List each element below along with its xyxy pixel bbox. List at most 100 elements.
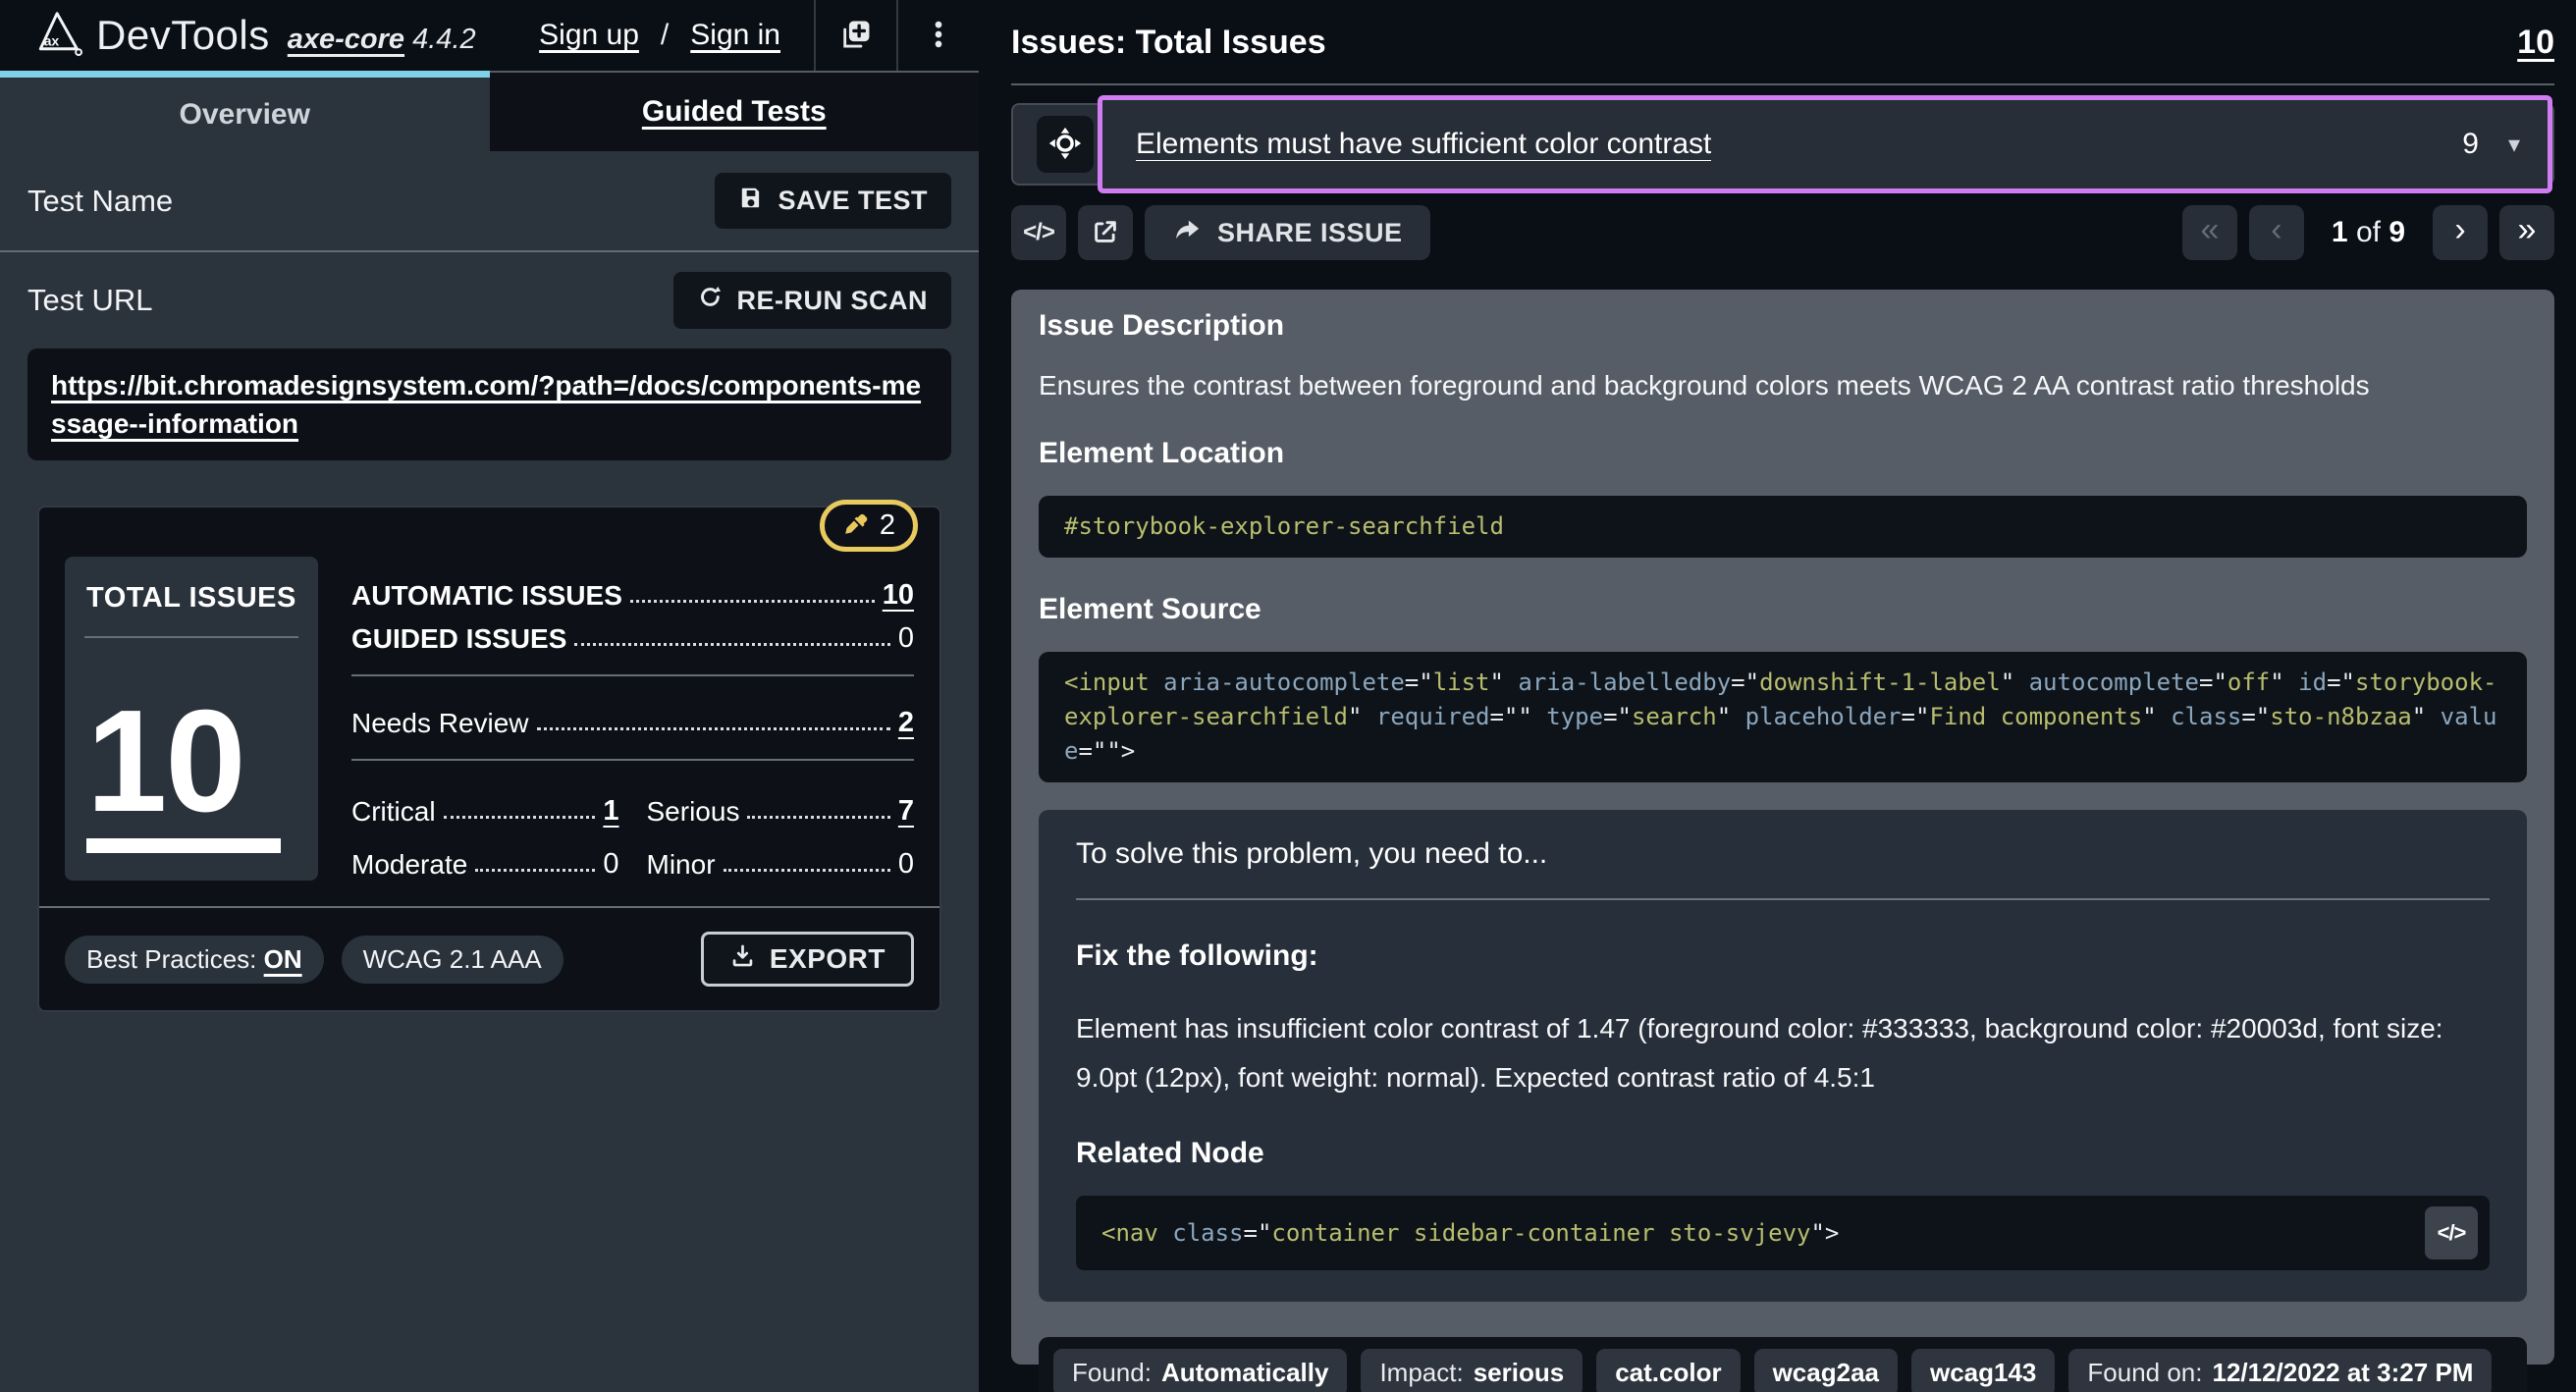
automatic-issues-value[interactable]: 10 — [883, 579, 914, 612]
impact-tag: Impact: serious — [1361, 1349, 1583, 1392]
wcag2aa-tag-value: wcag2aa — [1773, 1358, 1879, 1388]
sign-in-link[interactable]: Sign in — [690, 19, 780, 52]
engine-version-number: 4.4.2 — [412, 24, 476, 55]
remediation-intro: To solve this problem, you need to... — [1076, 837, 2490, 871]
found-tag: Found: Automatically — [1053, 1349, 1347, 1392]
tab-bar: Overview Guided Tests — [0, 71, 979, 151]
issue-toolbar: </> SHARE ISSUE « — [1011, 205, 2554, 260]
minor-value: 0 — [898, 848, 914, 881]
download-icon — [729, 942, 756, 976]
guided-issues-label: GUIDED ISSUES — [351, 623, 566, 655]
issue-detail-area: Issue Description Ensures the contrast b… — [1011, 290, 2554, 1365]
share-issue-label: SHARE ISSUE — [1217, 218, 1403, 248]
new-window-button[interactable] — [816, 0, 896, 71]
fix-description: Element has insufficient color contrast … — [1076, 1004, 2490, 1103]
issue-description-text: Ensures the contrast between foreground … — [1039, 370, 2527, 402]
issues-panel: Issues: Total Issues 10 Elements must ha… — [979, 0, 2576, 1392]
save-test-label: SAVE TEST — [778, 186, 928, 216]
eyedropper-icon — [842, 511, 868, 540]
engine-name: axe-core — [288, 24, 404, 55]
dot-leader — [747, 816, 889, 819]
serious-value[interactable]: 7 — [898, 795, 914, 828]
svg-text:ax: ax — [44, 32, 60, 48]
share-issue-button[interactable]: SHARE ISSUE — [1145, 205, 1430, 260]
last-page-button[interactable]: » — [2499, 205, 2554, 260]
code-icon: </> — [1023, 219, 1054, 246]
dot-leader — [537, 727, 890, 730]
tab-overview[interactable]: Overview — [0, 71, 490, 151]
breakdown-divider — [351, 759, 914, 761]
automatic-issues-row: AUTOMATIC ISSUES 10 — [351, 568, 914, 612]
tab-overview-label: Overview — [180, 98, 310, 132]
refresh-icon — [697, 284, 724, 317]
minor-label: Minor — [647, 849, 716, 881]
dot-leader — [724, 869, 890, 872]
automatic-issues-label: AUTOMATIC ISSUES — [351, 580, 622, 612]
summary-main: TOTAL ISSUES 10 AUTOMATIC ISSUES 10 GUID… — [65, 557, 914, 881]
moderate-row: Moderate 0 — [351, 837, 619, 881]
first-page-button[interactable]: « — [2182, 205, 2237, 260]
open-external-button[interactable] — [1078, 205, 1133, 260]
rule-dropdown-label: Elements must have sufficient color cont… — [1136, 128, 1711, 161]
crosshair-icon — [1048, 127, 1082, 163]
needs-review-row: Needs Review 2 — [351, 696, 914, 739]
issue-rule-chooser: Elements must have sufficient color cont… — [1011, 95, 2554, 193]
total-issues-label: TOTAL ISSUES — [86, 582, 296, 615]
sign-up-link[interactable]: Sign up — [539, 19, 639, 52]
best-practices-toggle[interactable]: Best Practices: ON — [65, 936, 324, 984]
highlight-element-button[interactable] — [1037, 116, 1094, 173]
axe-logo-icon: ax — [29, 7, 82, 65]
found-tag-value: Automatically — [1161, 1358, 1329, 1388]
found-tag-label: Found: — [1072, 1358, 1152, 1388]
rule-issue-count: 9 — [2433, 128, 2479, 161]
issues-total-count[interactable]: 10 — [2517, 24, 2554, 62]
summary-breakdown: AUTOMATIC ISSUES 10 GUIDED ISSUES 0 Need… — [351, 557, 914, 881]
rule-dropdown[interactable]: Elements must have sufficient color cont… — [1098, 95, 2552, 193]
test-name-label: Test Name — [27, 184, 173, 219]
total-issues-tile: TOTAL ISSUES 10 — [65, 557, 318, 881]
moderate-value: 0 — [603, 848, 618, 881]
issues-title-divider — [1011, 83, 2554, 85]
auth-divider: / — [661, 19, 669, 52]
moderate-label: Moderate — [351, 849, 467, 881]
wcag143-tag: wcag143 — [1911, 1349, 2055, 1392]
related-node-code: <nav class="container sidebar-container … — [1101, 1219, 2425, 1247]
pagination-status: 1 of 9 — [2332, 216, 2405, 249]
external-link-icon — [1091, 217, 1120, 249]
tab-guided-tests-label: Guided Tests — [642, 95, 827, 129]
view-source-button[interactable]: </> — [1011, 205, 1066, 260]
needs-review-value[interactable]: 2 — [898, 707, 914, 739]
rerun-scan-label: RE-RUN SCAN — [737, 286, 929, 316]
needs-review-label: Needs Review — [351, 708, 529, 739]
severity-grid: Critical 1 Serious 7 Moderate — [351, 784, 914, 881]
export-button[interactable]: EXPORT — [701, 932, 914, 987]
category-tag: cat.color — [1596, 1349, 1740, 1392]
minor-row: Minor 0 — [647, 837, 915, 881]
found-on-tag: Found on: 12/12/2022 at 3:27 PM — [2068, 1349, 2492, 1392]
auth-links: Sign up / Sign in — [539, 19, 780, 52]
current-page: 1 — [2332, 216, 2348, 248]
wcag2aa-tag: wcag2aa — [1754, 1349, 1898, 1392]
rerun-scan-button[interactable]: RE-RUN SCAN — [673, 272, 952, 329]
serious-row: Serious 7 — [647, 784, 915, 828]
card-footer-divider — [39, 906, 939, 908]
critical-value[interactable]: 1 — [603, 795, 618, 828]
critical-label: Critical — [351, 796, 436, 828]
impact-tag-label: Impact: — [1379, 1358, 1463, 1388]
picker-count: 2 — [880, 509, 895, 542]
guided-issues-value: 0 — [898, 622, 914, 655]
breakdown-divider — [351, 674, 914, 676]
related-node-code-button[interactable]: </> — [2425, 1206, 2478, 1259]
tab-guided-tests[interactable]: Guided Tests — [490, 71, 980, 151]
next-page-button[interactable]: › — [2433, 205, 2488, 260]
section-divider — [0, 250, 979, 252]
element-location-heading: Element Location — [1039, 437, 2527, 470]
test-url-link[interactable]: https://bit.chromadesignsystem.com/?path… — [51, 370, 921, 439]
issues-title: Issues: Total Issues — [1011, 24, 1326, 62]
options-menu-button[interactable] — [898, 0, 979, 71]
save-test-button[interactable]: SAVE TEST — [715, 173, 951, 229]
wcag-standard-label: WCAG 2.1 AAA — [363, 944, 542, 974]
element-source-code: <input aria-autocomplete="list" aria-lab… — [1039, 652, 2527, 782]
prev-page-button[interactable]: ‹ — [2249, 205, 2304, 260]
color-picker-badge[interactable]: 2 — [820, 500, 918, 552]
